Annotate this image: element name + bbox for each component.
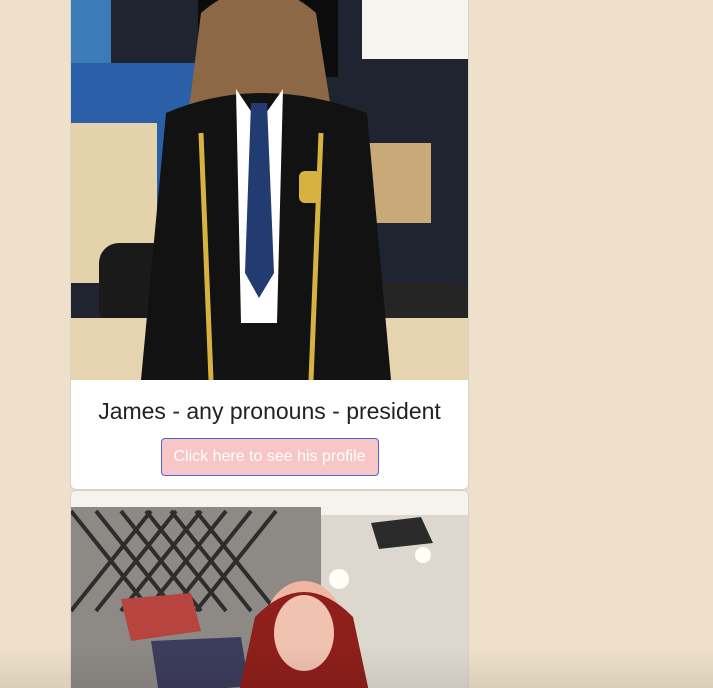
view-profile-button[interactable]: Click here to see his profile <box>160 438 379 476</box>
profile-photo <box>71 491 468 688</box>
page: James - any pronouns - president Click h… <box>0 0 713 688</box>
profile-photo <box>71 0 468 380</box>
profile-card <box>70 490 469 688</box>
photo-icon <box>71 0 468 380</box>
profile-card: James - any pronouns - president Click h… <box>70 0 469 490</box>
photo-icon <box>71 491 468 688</box>
card-title: James - any pronouns - president <box>98 398 441 424</box>
